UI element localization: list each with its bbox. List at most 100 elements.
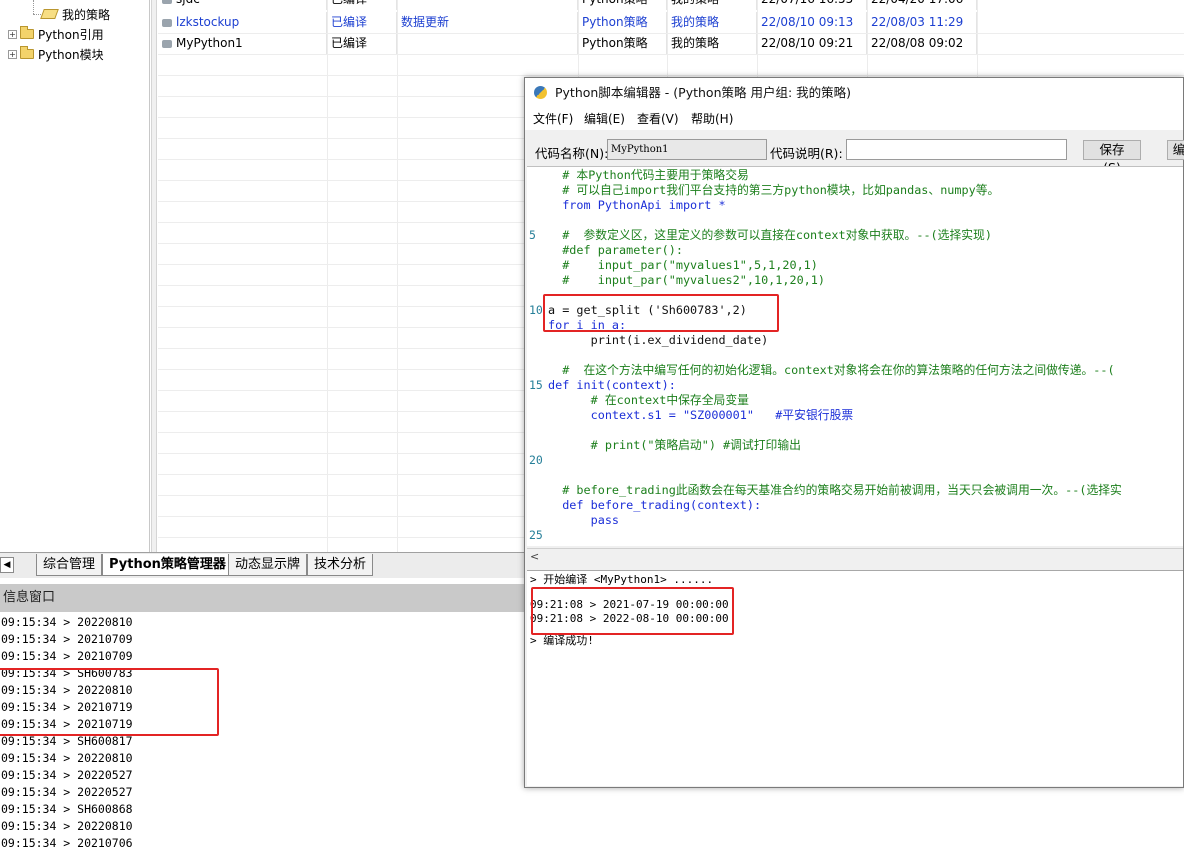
code-line: # input_par("myvalues1",5,1,20,1) <box>548 258 818 272</box>
grid-line <box>158 33 1184 34</box>
scroll-left-icon[interactable]: < <box>530 550 539 563</box>
code-line: pass <box>548 513 620 527</box>
status-cell: 已编译 <box>327 0 397 10</box>
save-button[interactable]: 保存(S) <box>1083 140 1141 175</box>
tree-item-python-modules[interactable]: + Python模块 <box>8 44 104 64</box>
code-line: #def parameter(): <box>548 243 683 257</box>
strategy-name-cell: lzkstockup <box>158 12 327 33</box>
created-cell: 22/08/08 09:02 <box>867 33 977 54</box>
code-editor[interactable]: 5 10 15 20 25 # 本Python代码主要用于策略交易 # 可以自己… <box>527 166 1183 546</box>
compile-button[interactable]: 编 <box>1167 140 1184 160</box>
folder-icon <box>20 26 34 39</box>
code-line: # input_par("myvalues2",10,1,20,1) <box>548 273 825 287</box>
tree-item-my-strategies[interactable]: 我的策略 <box>40 4 111 24</box>
log-line: 09:15:34 > 20220810 <box>1 819 133 833</box>
log-line: 09:15:34 > SH600817 <box>1 734 133 748</box>
log-line: 09:15:34 > 20210709 <box>1 649 133 663</box>
tab-python-strategy-manager[interactable]: Python策略管理器 <box>102 554 233 576</box>
editor-form: 代码名称(N): MyPython1 代码说明(R): 保存(S) 编 <box>525 134 1184 175</box>
log-line: 09:15:34 > 20220527 <box>1 785 133 799</box>
tree-item-python-ref[interactable]: + Python引用 <box>8 24 104 44</box>
note-cell <box>397 33 578 54</box>
output-line: > 开始编译 <MyPython1> ...... <box>530 573 714 586</box>
log-line: 09:15:34 > 20210719 <box>1 700 133 714</box>
table-row[interactable]: sjdc 已编译 Python策略 我的策略 22/07/16 16:55 22… <box>158 0 1184 10</box>
output-line: > 编译成功! <box>530 634 594 647</box>
strategy-tree: 我的策略 + Python引用 + Python模块 <box>0 0 150 552</box>
log-line: 09:15:34 > 20210706 <box>1 836 133 847</box>
tree-item-label: 我的策略 <box>62 7 111 22</box>
output-line: 09:21:08 > 2021-07-19 00:00:00 <box>530 598 729 611</box>
strategy-name-cell: sjdc <box>158 0 327 10</box>
info-window-log[interactable]: 09:15:34 > 20220810 09:15:34 > 20210709 … <box>0 614 525 847</box>
line-number: 5 <box>529 228 536 242</box>
horizontal-scrollbar[interactable]: < <box>527 548 1183 565</box>
type-cell: Python策略 <box>578 0 667 10</box>
editor-title-bar[interactable]: Python脚本编辑器 - (Python策略 用户组: 我的策略) <box>525 78 1183 108</box>
folder-icon <box>20 46 34 59</box>
log-line: 09:15:34 > 20220810 <box>1 615 133 629</box>
code-line: def init(context): <box>548 378 676 392</box>
output-line: 09:21:08 > 2022-08-10 00:00:00 <box>530 612 729 625</box>
status-cell: 已编译 <box>327 33 397 54</box>
line-number: 25 <box>529 528 543 542</box>
python-logo-icon <box>534 86 547 99</box>
code-line: # 本Python代码主要用于策略交易 <box>548 168 749 182</box>
log-line: 09:15:34 > SH600783 <box>1 666 133 680</box>
tree-connector <box>33 14 41 15</box>
table-row[interactable]: MyPython1 已编译 Python策略 我的策略 22/08/10 09:… <box>158 33 1184 54</box>
bottom-tab-bar: ◀ 综合管理 Python策略管理器 动态显示牌 技术分析 <box>0 552 525 578</box>
line-number: 10 <box>529 303 543 317</box>
code-line: # 在这个方法中编写任何的初始化逻辑。context对象将会在你的算法策略的任何… <box>548 363 1115 377</box>
tree-connector <box>33 0 34 14</box>
table-row[interactable]: lzkstockup 已编译 数据更新 Python策略 我的策略 22/08/… <box>158 12 1184 33</box>
menu-edit[interactable]: 编辑(E) <box>584 108 625 130</box>
expand-icon[interactable]: + <box>8 49 17 59</box>
status-cell: 已编译 <box>327 12 397 33</box>
note-cell: 数据更新 <box>397 12 578 33</box>
created-cell: 22/04/20 17:06 <box>867 0 977 10</box>
info-window-title: 信息窗口 <box>0 584 525 612</box>
menu-help[interactable]: 帮助(H) <box>691 108 733 130</box>
modified-cell: 22/08/10 09:13 <box>757 12 867 33</box>
group-cell: 我的策略 <box>667 12 757 33</box>
code-description-field[interactable] <box>846 139 1067 160</box>
code-line: print(i.ex_dividend_date) <box>548 333 769 347</box>
python-icon <box>162 18 172 27</box>
open-folder-icon <box>40 9 59 19</box>
code-name-field[interactable]: MyPython1 <box>607 139 767 160</box>
code-line: a = get_split ('Sh600783',2) <box>548 303 747 317</box>
editor-menu-bar: 文件(F) 编辑(E) 查看(V) 帮助(H) <box>525 108 1183 130</box>
created-cell: 22/08/03 11:29 <box>867 12 977 33</box>
tab-dynamic-board[interactable]: 动态显示牌 <box>228 554 308 576</box>
tab-overview[interactable]: 综合管理 <box>36 554 103 576</box>
expand-icon[interactable]: + <box>8 29 17 39</box>
grid-line <box>158 75 1184 76</box>
editor-title: Python脚本编辑器 - (Python策略 用户组: 我的策略) <box>555 85 852 100</box>
tab-technical-analysis[interactable]: 技术分析 <box>307 554 374 576</box>
menu-view[interactable]: 查看(V) <box>637 108 679 130</box>
grid-line <box>327 0 328 552</box>
python-icon <box>162 0 172 4</box>
menu-file[interactable]: 文件(F) <box>533 108 573 130</box>
log-line: 09:15:34 > 20220810 <box>1 751 133 765</box>
code-line: # print("策略启动") #调试打印输出 <box>548 438 801 452</box>
log-line: 09:15:34 > 20210719 <box>1 717 133 731</box>
code-line: # 在context中保存全局变量 <box>548 393 749 407</box>
strategy-name-cell: MyPython1 <box>158 33 327 54</box>
code-line: from PythonApi import * <box>548 198 726 212</box>
compile-output[interactable]: > 开始编译 <MyPython1> ...... 09:21:08 > 202… <box>527 570 1183 786</box>
code-line: # before_trading此函数会在每天基准合约的策略交易开始前被调用，当… <box>548 483 1122 497</box>
line-number-gutter: 5 10 15 20 25 <box>527 167 546 546</box>
code-description-label: 代码说明(R): <box>770 146 843 161</box>
group-cell: 我的策略 <box>667 33 757 54</box>
tab-scroll-left-icon[interactable]: ◀ <box>0 557 14 573</box>
modified-cell: 22/08/10 09:21 <box>757 33 867 54</box>
pane-splitter[interactable] <box>151 0 157 552</box>
code-line: # 参数定义区，这里定义的参数可以直接在context对象中获取。--(选择实现… <box>548 228 992 242</box>
line-number: 15 <box>529 378 543 392</box>
python-script-editor-window: Python脚本编辑器 - (Python策略 用户组: 我的策略) 文件(F)… <box>524 77 1184 788</box>
note-cell <box>397 0 578 10</box>
code-name-label: 代码名称(N): <box>535 146 609 161</box>
grid-line <box>397 0 398 552</box>
